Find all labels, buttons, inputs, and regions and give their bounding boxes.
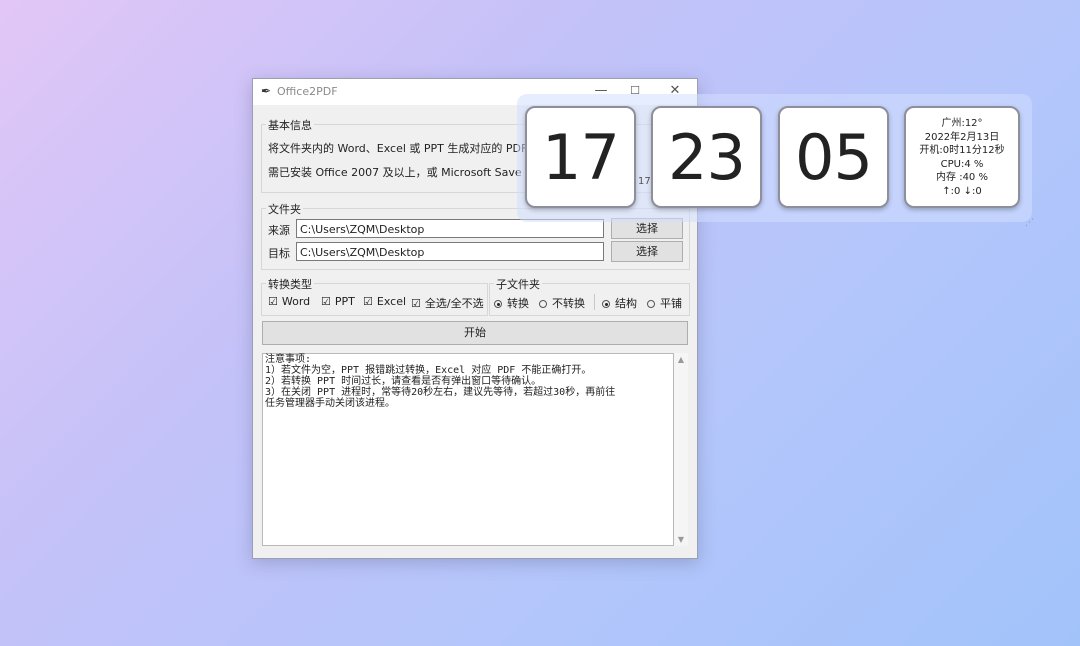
folder-label: 文件夹 [266,201,303,217]
window-title: Office2PDF [277,85,338,98]
notes-line: 注意事项: [265,354,312,365]
excel-checkbox[interactable]: ☑ Excel [363,295,406,308]
ppt-checkbox[interactable]: ☑ PPT [321,295,355,308]
checkbox-icon: ☑ [321,295,331,308]
network-text: ↑:0 ↓:0 [942,185,982,197]
radio-icon [539,300,547,308]
system-info-card: 广州:12° 2022年2月13日 开机:0时11分12秒 CPU:4 % 内存… [904,106,1020,208]
target-input[interactable]: C:\Users\ZQM\Desktop [296,242,604,261]
ppt-label: PPT [334,295,355,308]
no-convert-radio-label: 不转换 [552,297,585,310]
minute-card: 23 [651,106,762,208]
subfolder-divider [594,294,595,310]
basic-info-label: 基本信息 [266,117,314,133]
feather-icon: ✒ [261,84,272,98]
radio-icon [647,300,655,308]
hour-card: 17 [525,106,636,208]
basic-info-line1: 将文件夹内的 Word、Excel 或 PPT 生成对应的 PDF 文件 [268,142,553,155]
notes-line: 任务管理器手动关闭该进程。 [265,398,395,409]
notes-line: 2）若转换 PPT 时间过长，请查看是否有弹出窗口等待确认。 [265,376,542,387]
scroll-down-icon[interactable]: ▼ [674,535,688,544]
choose-target-button[interactable]: 选择 [611,241,683,262]
subfolder-group: 子文件夹 转换 不转换 结构 平铺 [489,276,690,316]
source-label: 来源 [268,224,290,237]
second-digits: 05 [795,120,873,194]
word-checkbox[interactable]: ☑ Word [268,295,310,308]
flat-radio-label: 平铺 [660,297,682,310]
scroll-up-icon[interactable]: ▲ [674,355,688,364]
notes-scrollbar[interactable]: ▲ ▼ [674,353,688,546]
checkbox-icon: ☑ [268,295,278,308]
radio-selected-icon [602,300,610,308]
cpu-text: CPU:4 % [940,158,984,170]
convert-radio-label: 转换 [507,297,529,310]
second-card: 05 [778,106,889,208]
no-convert-radio[interactable]: 不转换 [539,295,585,311]
radio-selected-icon [494,300,502,308]
excel-label: Excel [376,295,407,308]
subfolder-label: 子文件夹 [494,276,542,292]
notes-line: 1）若文件为空，PPT 报错跳过转换，Excel 对应 PDF 不能正确打开。 [265,365,592,376]
notes-textarea[interactable]: 注意事项: 1）若文件为空，PPT 报错跳过转换，Excel 对应 PDF 不能… [262,353,674,546]
minute-digits: 23 [668,120,746,194]
weather-text: 广州:12° [941,118,983,129]
checkbox-icon: ☑ [411,297,421,310]
word-label: Word [281,295,311,308]
hour-digits: 17 [542,120,620,194]
convert-radio[interactable]: 转换 [494,295,529,311]
start-button[interactable]: 开始 [262,321,688,345]
target-label: 目标 [268,247,290,260]
select-all-label: 全选/全不选 [424,297,484,310]
flat-radio[interactable]: 平铺 [647,295,682,311]
notes-line: 3）在关闭 PPT 进程时，常等待20秒左右，建议先等待，若超过30秒，再前往 [265,387,616,398]
date-text: 2022年2月13日 [924,131,1000,143]
checkbox-icon: ☑ [363,295,373,308]
select-all-checkbox[interactable]: ☑ 全选/全不选 [411,295,484,311]
resize-grip-icon[interactable]: ⋰ [1025,218,1034,228]
memory-text: 内存 :40 % [936,172,988,183]
structure-radio[interactable]: 结构 [602,295,637,311]
uptime-text: 开机:0时11分12秒 [919,145,1005,156]
structure-radio-label: 结构 [615,297,637,310]
convert-type-label: 转换类型 [266,276,314,292]
convert-type-group: 转换类型 ☑ Word ☑ PPT ☑ Excel ☑ 全选/全不选 [261,276,488,316]
